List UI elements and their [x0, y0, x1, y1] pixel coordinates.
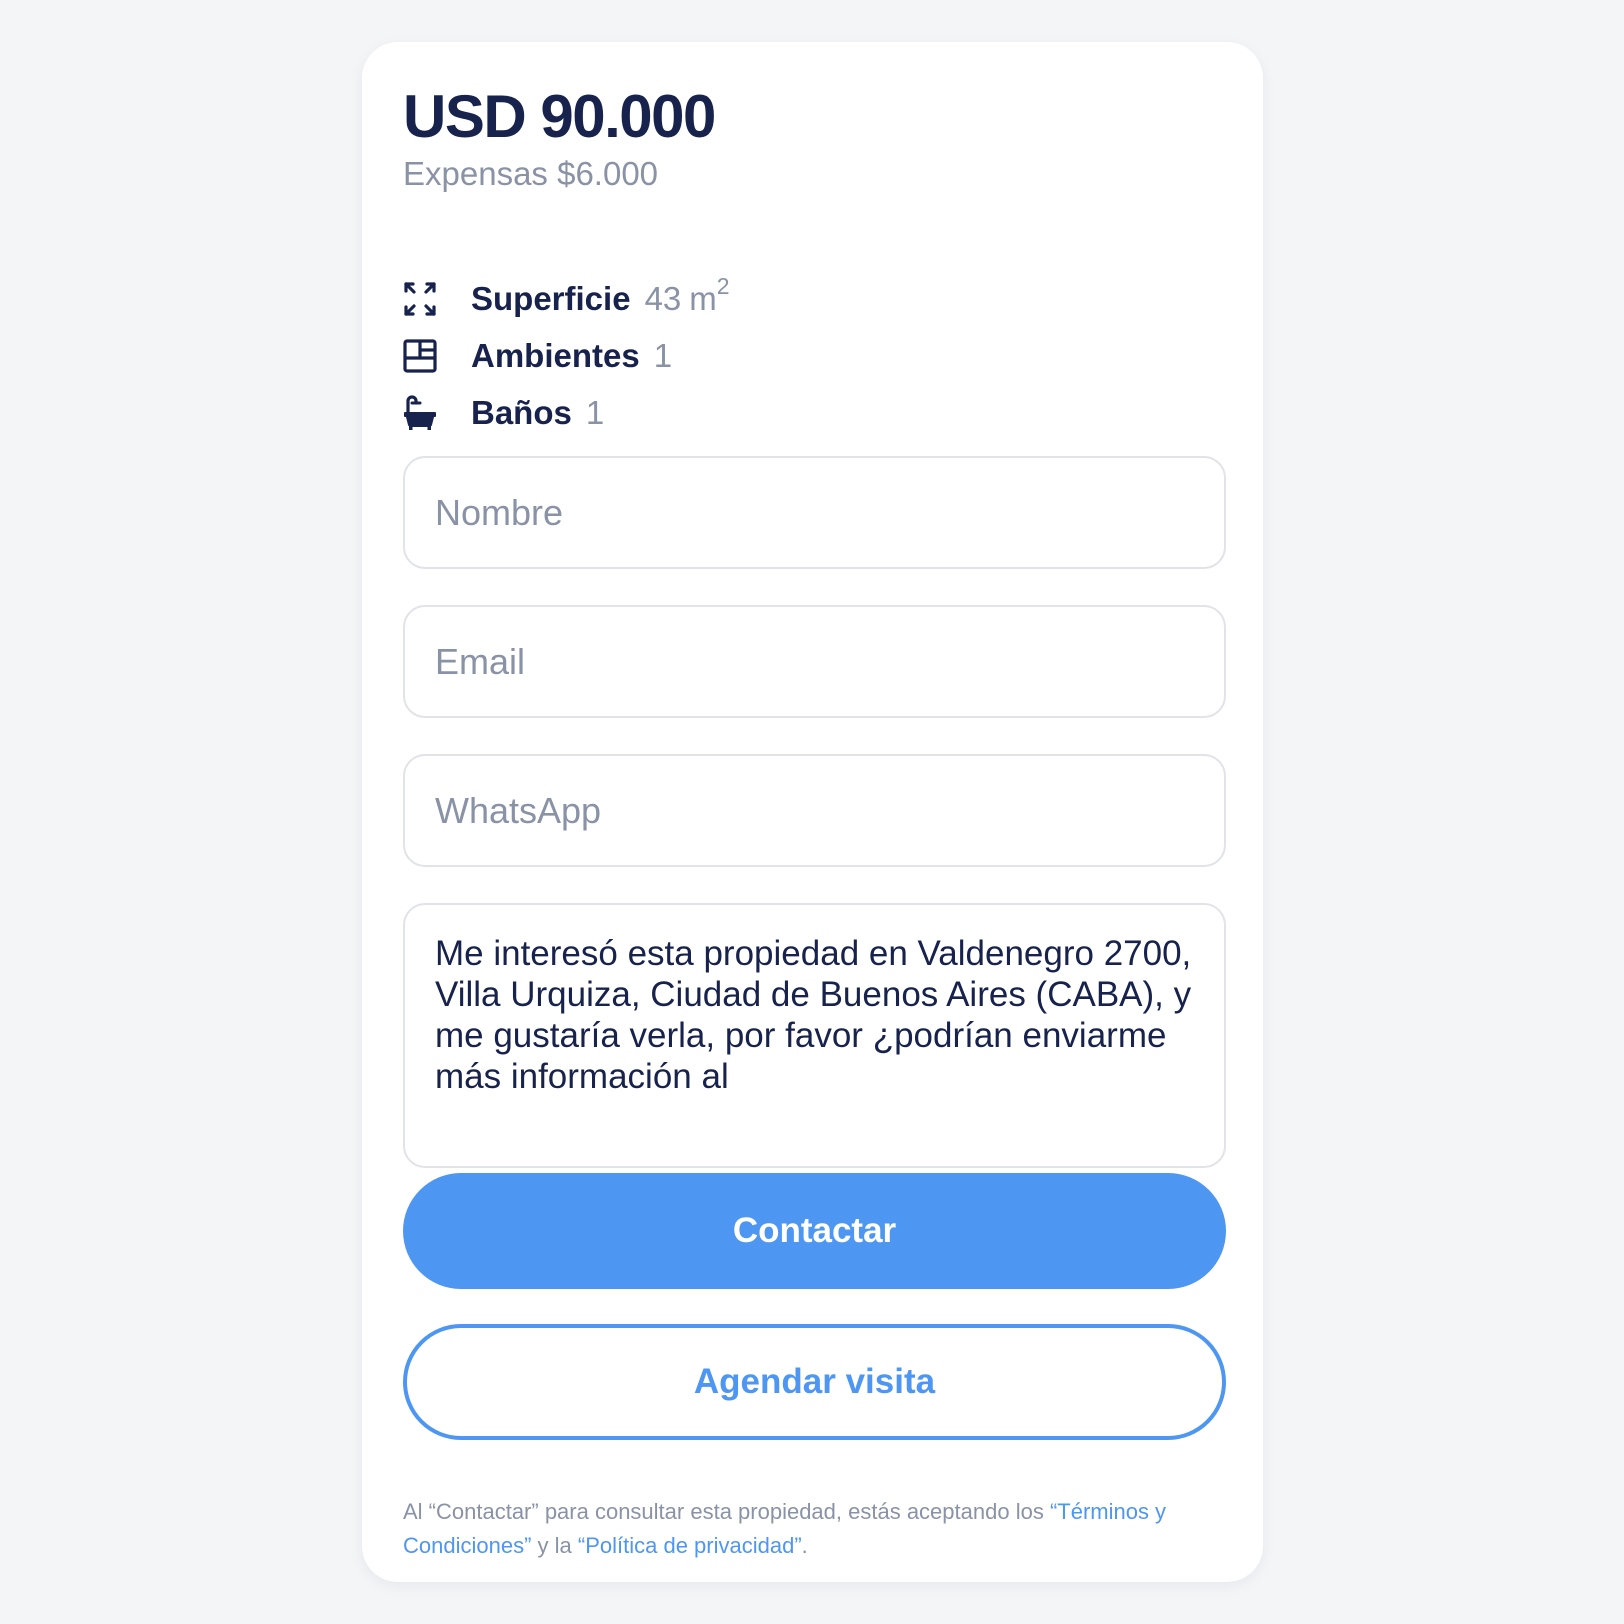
- whatsapp-input[interactable]: [403, 754, 1226, 867]
- feature-unit: m: [689, 279, 717, 317]
- feature-label: Baños: [471, 393, 572, 431]
- feature-value: 43: [644, 279, 682, 317]
- expand-arrows-icon: [403, 281, 437, 317]
- bathtub-icon: [403, 394, 437, 431]
- name-input[interactable]: [403, 456, 1226, 569]
- feature-label: Superficie: [471, 279, 631, 317]
- contact-button[interactable]: Contactar: [403, 1173, 1226, 1289]
- feature-unit-superscript: 2: [716, 273, 730, 299]
- expensas: Expensas $6.000: [403, 155, 659, 192]
- feature-superficie: Superficie 43 m2: [403, 270, 730, 327]
- legal-prefix: Al “Contactar” para consultar esta propi…: [403, 1499, 1050, 1524]
- message-textarea[interactable]: Me interesó esta propiedad en Valdenegro…: [403, 903, 1226, 1168]
- privacy-link[interactable]: “Política de privacidad”: [578, 1533, 802, 1558]
- feature-ambientes: Ambientes 1: [403, 327, 730, 384]
- price: USD 90.000: [403, 83, 716, 150]
- feature-value: 1: [653, 336, 673, 374]
- legal-notice: Al “Contactar” para consultar esta propi…: [403, 1495, 1233, 1563]
- legal-suffix: .: [801, 1533, 808, 1558]
- schedule-visit-button[interactable]: Agendar visita: [403, 1324, 1226, 1440]
- email-input[interactable]: [403, 605, 1226, 718]
- legal-middle: y la: [531, 1533, 578, 1558]
- feature-value: 1: [585, 393, 605, 431]
- feature-label: Ambientes: [471, 336, 640, 374]
- feature-banos: Baños 1: [403, 384, 730, 441]
- contact-card: USD 90.000 Expensas $6.000 Superficie 43…: [362, 42, 1263, 1582]
- floor-plan-icon: [403, 338, 437, 374]
- features-list: Superficie 43 m2 Ambientes 1 Baños 1: [403, 270, 730, 441]
